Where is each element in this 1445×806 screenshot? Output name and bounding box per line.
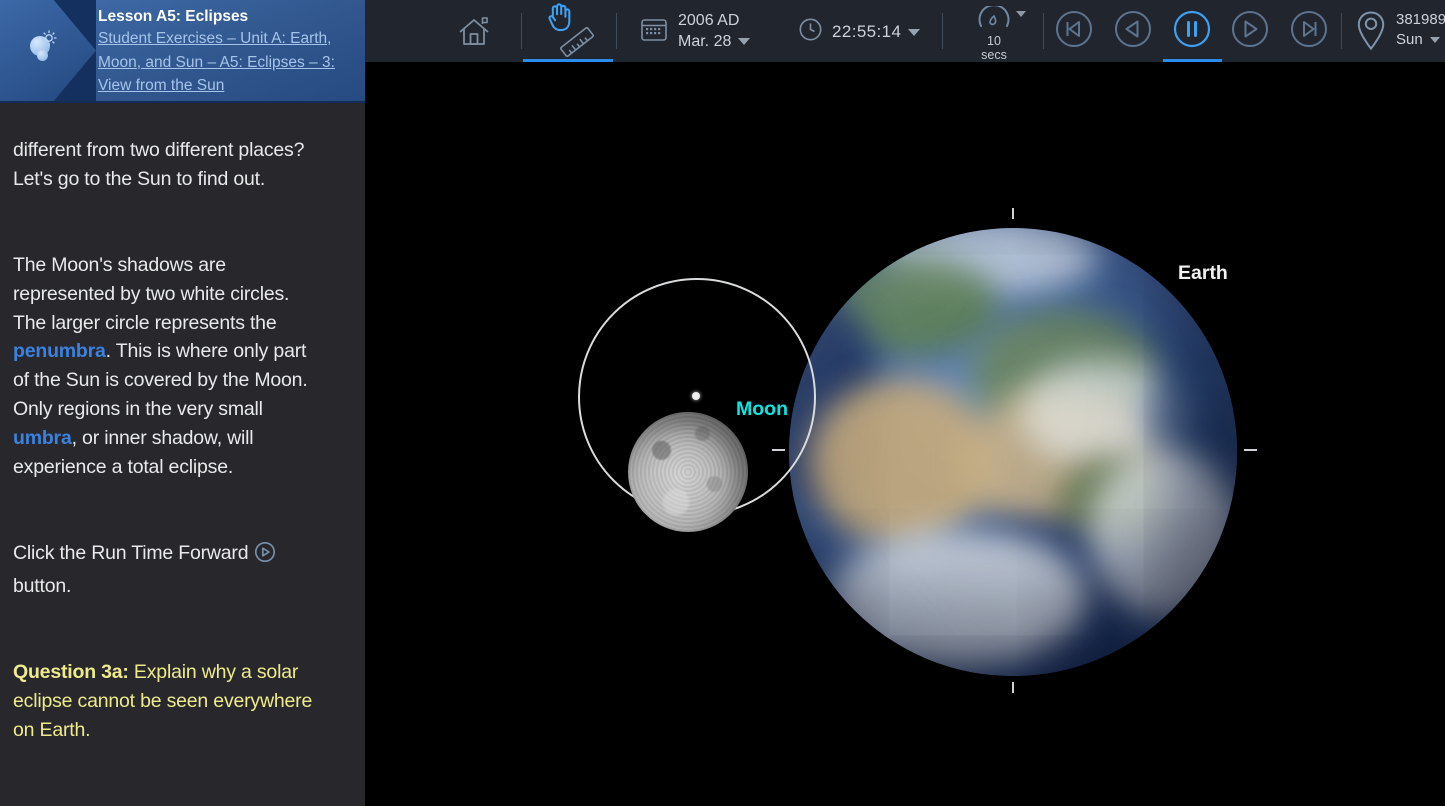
- earth-ocean-indian: [929, 518, 1129, 648]
- toolbar-divider: [942, 13, 943, 49]
- lesson-sidebar: different from two different places? Let…: [0, 0, 365, 806]
- logo-sun-icon: [40, 29, 58, 52]
- earth-land-asia: [969, 308, 1159, 438]
- chevron-down-icon: [738, 38, 750, 45]
- time-step-unit: secs: [966, 48, 1022, 62]
- step-back-icon: [1114, 35, 1152, 52]
- lesson-title: Lesson A5: Eclipses: [98, 7, 360, 27]
- lesson-header: Lesson A5: Eclipses Student Exercises – …: [0, 0, 365, 103]
- question-3a: Question 3a: Explain why a solar eclipse…: [13, 658, 353, 744]
- chevron-down-icon: [908, 29, 920, 36]
- location-name: Sun: [1396, 31, 1423, 48]
- time-step-selector[interactable]: 10 secs: [966, 6, 1022, 62]
- paragraph-text: button.: [13, 575, 71, 597]
- question-3b: Question 3b: Total solar eclipses occur …: [13, 802, 353, 806]
- paragraph-text: The Moon's shadows are represented by tw…: [13, 254, 289, 334]
- earth-selection-tick-bottom: [1012, 682, 1014, 693]
- map-pin-icon: [1356, 10, 1386, 57]
- date-value: Mar. 28: [678, 33, 731, 50]
- glossary-link-umbra[interactable]: umbra: [13, 427, 72, 449]
- earth-cloud-south: [829, 528, 1089, 668]
- earth-selection-tick-left: [772, 449, 785, 451]
- run-time-forward-inline-icon: [254, 541, 276, 572]
- pause-button[interactable]: [1173, 10, 1211, 48]
- sky-viewport[interactable]: Moon Earth: [365, 62, 1445, 806]
- active-tool-underline: [523, 59, 613, 62]
- lesson-text: different from two different places? Let…: [13, 107, 353, 806]
- toolbar-divider: [1043, 13, 1044, 49]
- earth-land-india: [1059, 458, 1169, 548]
- lesson-paragraph: Click the Run Time Forward button.: [13, 539, 353, 601]
- paragraph-text: different from two different places? Let…: [13, 139, 304, 190]
- earth-selection-tick-top: [1012, 208, 1014, 219]
- calendar-icon: [640, 16, 668, 47]
- earth-ocean-east: [1149, 348, 1237, 508]
- pause-icon: [1173, 35, 1211, 52]
- toolbar-divider: [1341, 13, 1342, 49]
- umbra-dot: [692, 392, 700, 400]
- skip-to-end-button[interactable]: [1290, 10, 1328, 48]
- home-button[interactable]: [456, 13, 492, 54]
- chevron-down-icon: [1430, 37, 1440, 43]
- active-playback-underline: [1163, 59, 1222, 62]
- skip-to-start-icon: [1055, 35, 1093, 52]
- earth-land-desert: [807, 378, 997, 548]
- gauge-icon: [974, 15, 1014, 32]
- earth-land-central-asia: [959, 388, 1169, 538]
- location-selector[interactable]: 381989 Sun: [1356, 10, 1445, 57]
- play-forward-icon: [1231, 35, 1269, 52]
- earth-selection-tick-right: [1244, 449, 1257, 451]
- time-selector[interactable]: 22:55:14: [798, 17, 920, 47]
- skip-to-start-button[interactable]: [1055, 10, 1093, 48]
- home-icon: [456, 36, 492, 53]
- earth-cloud-east: [1089, 448, 1237, 618]
- time-step-value: 10: [966, 34, 1022, 48]
- question-label: Question 3a:: [13, 661, 129, 683]
- lesson-paragraph: different from two different places? Let…: [13, 136, 353, 194]
- date-era: 2006 AD: [678, 10, 750, 31]
- breadcrumb[interactable]: Student Exercises – Unit A: Earth, Moon,…: [98, 27, 360, 98]
- toolbar-divider: [521, 13, 522, 49]
- earth-cloud-mid: [1019, 358, 1189, 468]
- time-value: 22:55:14: [832, 22, 901, 42]
- paragraph-text: Click the Run Time Forward: [13, 542, 254, 564]
- earth-globe[interactable]: [789, 228, 1237, 676]
- toolbar-divider: [616, 13, 617, 49]
- earth-cloud-north: [879, 228, 1099, 296]
- moon-label: Moon: [736, 398, 788, 421]
- glossary-link-penumbra[interactable]: penumbra: [13, 340, 106, 362]
- clock-icon: [798, 17, 823, 47]
- earth-label: Earth: [1178, 262, 1228, 285]
- location-distance: 381989: [1396, 10, 1445, 30]
- moon-globe[interactable]: [628, 412, 748, 532]
- step-time-back-button[interactable]: [1114, 10, 1152, 48]
- earth-land-europe: [829, 256, 999, 356]
- date-selector[interactable]: 2006 AD Mar. 28: [640, 10, 750, 52]
- run-time-forward-button[interactable]: [1231, 10, 1269, 48]
- skip-to-end-icon: [1290, 35, 1328, 52]
- lesson-paragraph: The Moon's shadows are represented by tw…: [13, 251, 353, 481]
- chevron-down-icon: [1016, 11, 1026, 17]
